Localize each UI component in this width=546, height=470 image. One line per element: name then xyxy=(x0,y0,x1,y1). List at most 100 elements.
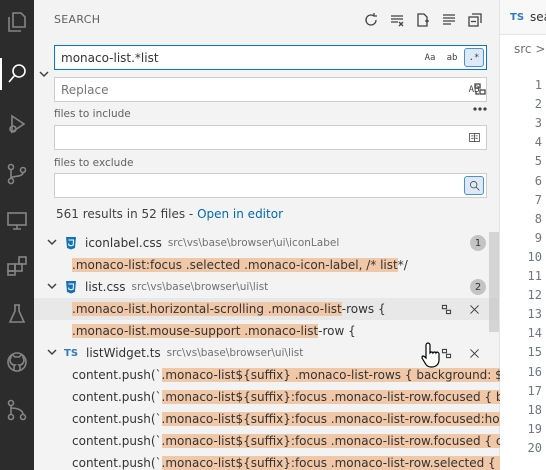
new-search-editor-icon[interactable] xyxy=(413,10,433,30)
match-highlight: .monaco-list:focus .selected .monaco-ico… xyxy=(72,258,398,272)
hand-cursor-icon xyxy=(421,342,440,368)
line-number: 5 xyxy=(534,154,542,169)
chevron-down-icon[interactable] xyxy=(46,346,60,360)
match-highlight: .monaco-list${suffix}:focus .monaco-list… xyxy=(161,456,500,470)
remote-explorer-icon[interactable] xyxy=(0,200,34,240)
replace-input[interactable] xyxy=(55,78,486,101)
match-highlight: .monaco-list${suffix}:focus .monaco-list… xyxy=(161,390,500,404)
file-name: listWidget.ts xyxy=(86,346,161,360)
match-highlight: .monaco-list${suffix}:focus .monaco-list… xyxy=(161,412,500,426)
include-input[interactable] xyxy=(55,126,486,149)
activity-bar xyxy=(0,0,34,470)
match-prefix: content.push(` xyxy=(72,412,162,426)
ts-file-icon: TS xyxy=(64,347,79,359)
css-file-icon xyxy=(64,236,78,250)
editor-tab[interactable]: TS sear xyxy=(500,0,546,35)
match-count-badge: 1 xyxy=(470,235,486,251)
sidebar-title: SEARCH xyxy=(54,13,101,26)
line-number: 19 xyxy=(527,421,542,436)
match-row[interactable]: .monaco-list.horizontal-scrolling .monac… xyxy=(34,298,500,320)
include-label: files to include xyxy=(54,108,131,120)
more-options-icon[interactable] xyxy=(470,99,490,119)
match-row[interactable]: content.push(` .monaco-list${suffix}:focu… xyxy=(34,452,500,470)
line-number: 7 xyxy=(534,192,542,207)
exclude-label: files to exclude xyxy=(54,157,134,169)
match-highlight: .monaco-list.horizontal-scrolling .monac… xyxy=(72,302,342,316)
exclude-input-box[interactable] xyxy=(54,173,487,198)
whole-word-toggle[interactable]: ab xyxy=(442,48,462,67)
line-number: 6 xyxy=(534,173,542,188)
tab-label: sear xyxy=(530,10,546,24)
file-actions xyxy=(438,345,482,361)
refresh-icon[interactable] xyxy=(361,10,381,30)
line-number: 4 xyxy=(534,135,542,150)
editor-area: TS sear src > 12345678910111213141516171… xyxy=(500,0,546,470)
file-path: src\vs\base\browser\ui\list xyxy=(166,347,304,359)
result-file-row[interactable]: iconlabel.css src\vs\base\browser\ui\ico… xyxy=(34,232,500,254)
match-prefix: content.push(` xyxy=(72,390,162,404)
match-highlight: .monaco-list.mouse-support .monaco-list xyxy=(72,324,319,338)
github-icon[interactable] xyxy=(0,342,34,382)
search-input-box[interactable]: Aa ab .* xyxy=(54,45,487,70)
search-sidebar: SEARCH Aa ab .* AB files to include xyxy=(34,0,500,470)
match-highlight: .monaco-list${suffix} .monaco-list-rows … xyxy=(161,368,500,382)
match-row[interactable]: .monaco-list:focus .selected .monaco-ico… xyxy=(34,254,500,276)
match-highlight: .monaco-list${suffix}:focus .monaco-list… xyxy=(161,434,500,448)
replace-all-icon[interactable] xyxy=(470,79,490,99)
line-number: 10 xyxy=(527,249,542,264)
replace-input-box[interactable]: AB xyxy=(54,77,487,102)
match-row[interactable]: content.push(` .monaco-list${suffix}:focu… xyxy=(34,386,500,408)
branches-icon[interactable] xyxy=(0,390,34,430)
line-number: 12 xyxy=(527,288,542,303)
regex-toggle[interactable]: .* xyxy=(464,48,484,67)
line-number: 20 xyxy=(527,440,542,455)
explorer-icon[interactable] xyxy=(0,2,34,42)
line-number: 13 xyxy=(527,307,542,322)
line-number: 16 xyxy=(527,364,542,379)
match-row[interactable]: .monaco-list.mouse-support .monaco-list -… xyxy=(34,320,500,342)
dismiss-icon[interactable] xyxy=(466,345,482,361)
match-prefix: content.push(` xyxy=(72,368,162,382)
source-control-icon[interactable] xyxy=(0,154,34,194)
file-path: src\vs\base\browser\ui\iconLabel xyxy=(167,237,340,249)
match-case-toggle[interactable]: Aa xyxy=(420,48,440,67)
testing-icon[interactable] xyxy=(0,294,34,334)
line-number: 1 xyxy=(534,78,542,92)
view-as-tree-icon[interactable] xyxy=(439,10,459,30)
match-prefix: content.push(` xyxy=(72,434,162,448)
line-number: 18 xyxy=(527,402,542,417)
line-number: 8 xyxy=(534,211,542,226)
clear-results-icon[interactable] xyxy=(387,10,407,30)
line-number: 11 xyxy=(527,269,542,283)
match-count-badge: 2 xyxy=(470,279,486,295)
extensions-icon[interactable] xyxy=(0,246,34,286)
search-icon[interactable] xyxy=(0,54,34,94)
file-name: list.css xyxy=(85,280,126,294)
match-prefix: content.push(` xyxy=(72,456,162,470)
line-number: 17 xyxy=(527,383,542,398)
file-name: iconlabel.css xyxy=(85,236,162,250)
match-row[interactable]: content.push(` .monaco-list${suffix}:focu… xyxy=(34,430,500,452)
results-summary: 561 results in 52 files - Open in editor xyxy=(56,207,283,221)
collapse-all-icon[interactable] xyxy=(465,10,485,30)
toggle-replace-chevron-icon[interactable] xyxy=(38,68,52,82)
dismiss-icon[interactable] xyxy=(466,301,482,317)
match-suffix: -rows { xyxy=(341,302,386,316)
chevron-down-icon[interactable] xyxy=(46,236,60,250)
exclude-input[interactable] xyxy=(55,174,486,197)
breadcrumb[interactable]: src > xyxy=(514,42,545,56)
results-scrollbar[interactable] xyxy=(489,232,499,332)
chevron-down-icon[interactable] xyxy=(46,280,60,294)
open-in-editor-link[interactable]: Open in editor xyxy=(197,207,283,221)
replace-icon[interactable] xyxy=(438,301,454,317)
sidebar-actions xyxy=(361,10,485,30)
use-exclude-settings-icon[interactable] xyxy=(464,176,484,195)
match-row[interactable]: content.push(` .monaco-list${suffix}:focu… xyxy=(34,408,500,430)
run-debug-icon[interactable] xyxy=(0,104,34,144)
file-path: src\vs\base\browser\ui\list xyxy=(131,281,269,293)
ts-tab-icon: TS xyxy=(510,11,525,23)
search-open-editors-icon[interactable] xyxy=(464,128,484,147)
line-number: 2 xyxy=(534,97,542,112)
include-input-box[interactable] xyxy=(54,125,487,150)
result-file-row[interactable]: list.css src\vs\base\browser\ui\list 2 xyxy=(34,276,500,298)
